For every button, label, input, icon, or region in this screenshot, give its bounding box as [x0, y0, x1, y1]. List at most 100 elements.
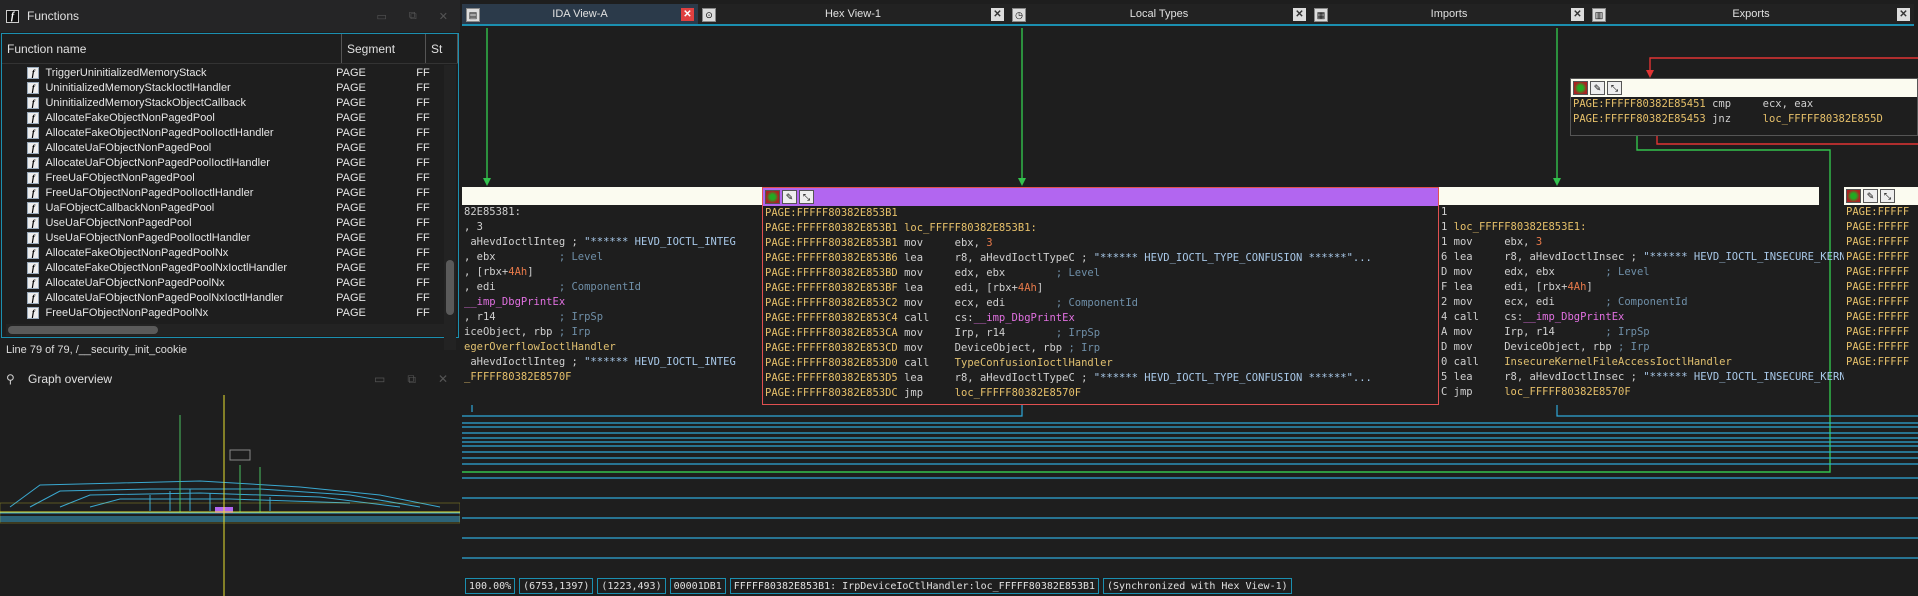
code-line[interactable]: 4 call cs:__imp_DbgPrintEx	[1441, 310, 1819, 325]
code-line[interactable]: PAGE:FFFFF	[1846, 280, 1918, 295]
node-header[interactable]	[1439, 187, 1819, 205]
tab-imports[interactable]: ▦ Imports ✕	[1310, 4, 1588, 26]
code-line[interactable]: , [rbx+4Ah]	[464, 265, 762, 280]
table-row[interactable]: f TriggerUninitializedMemoryStack PAGE FF	[2, 65, 442, 80]
code-line[interactable]: 0 call InsecureKernelFileAccessIoctlHand…	[1441, 355, 1819, 370]
code-line[interactable]: _FFFFF80382E8570F	[464, 370, 762, 385]
code-line[interactable]: , r14 ; IrpSp	[464, 310, 762, 325]
code-line[interactable]: PAGE:FFFFF80382E853D5 lea r8, aHevdIoctl…	[765, 371, 1438, 386]
code-line[interactable]: 2 mov ecx, edi ; ComponentId	[1441, 295, 1819, 310]
code-line[interactable]: PAGE:FFFFF80382E853DC jmp loc_FFFFF80382…	[765, 386, 1438, 401]
table-row[interactable]: f AllocateFakeObjectNonPagedPool PAGE FF	[2, 110, 442, 125]
code-line[interactable]: 1 mov ebx, 3	[1441, 235, 1819, 250]
table-row[interactable]: f FreeUaFObjectNonPagedPool PAGE FF	[2, 170, 442, 185]
code-line[interactable]: F lea edi, [rbx+4Ah]	[1441, 280, 1819, 295]
tab-close-icon[interactable]: ✕	[1571, 8, 1584, 21]
code-line[interactable]: iceObject, rbp ; Irp	[464, 325, 762, 340]
node-code[interactable]: 11 loc_FFFFF80382E853E1: 1 mov ebx, 36 le…	[1439, 205, 1871, 400]
code-line[interactable]: PAGE:FFFFF80382E853B1	[765, 206, 1438, 221]
table-row[interactable]: f FreeUaFObjectNonPagedPoolIoctlHandler PA…	[2, 185, 442, 200]
code-line[interactable]: PAGE:FFFFF	[1846, 205, 1918, 220]
code-line[interactable]: 6 lea r8, aHevdIoctlInsec ; "****** HEVD…	[1441, 250, 1871, 265]
code-line[interactable]: PAGE:FFFFF80382E853B1 mov ebx, 3	[765, 236, 1438, 251]
graph-node-far-right[interactable]: ✎ ⤡ PAGE:FFFFF PAGE:FFFFF PAGE:FFFFF PAGE:F…	[1844, 187, 1918, 405]
functions-list[interactable]: Function name Segment St f TriggerUniniti…	[1, 33, 459, 350]
horizontal-scrollbar[interactable]	[6, 324, 446, 336]
table-row[interactable]: f AllocateUaFObjectNonPagedPoolIoctlHandl…	[2, 155, 442, 170]
code-line[interactable]: , 3	[464, 220, 762, 235]
code-line[interactable]: PAGE:FFFFF	[1846, 310, 1918, 325]
code-line[interactable]: A mov Irp, r14 ; IrpSp	[1441, 325, 1819, 340]
table-row[interactable]: f AllocateUaFObjectNonPagedPoolNxIoctlHan…	[2, 290, 442, 305]
code-line[interactable]: 82E85381:	[464, 205, 762, 220]
code-line[interactable]: PAGE:FFFFF	[1846, 325, 1918, 340]
node-collapse-icon[interactable]: ⤡	[1607, 81, 1622, 95]
code-line[interactable]: PAGE:FFFFF	[1846, 355, 1918, 370]
code-line[interactable]: D mov DeviceObject, rbp ; Irp	[1441, 340, 1819, 355]
table-row[interactable]: f AllocateUaFObjectNonPagedPoolNx PAGE FF	[2, 275, 442, 290]
code-line[interactable]: D mov edx, ebx ; Level	[1441, 265, 1819, 280]
code-line[interactable]: egerOverflowIoctlHandler	[464, 340, 762, 355]
node-header[interactable]: ✎ ⤡	[1571, 79, 1917, 97]
tab-close-icon[interactable]: ✕	[1293, 8, 1306, 21]
node-collapse-icon[interactable]: ⤡	[1880, 189, 1895, 203]
column-function-name[interactable]: Function name	[2, 34, 342, 63]
code-line[interactable]: PAGE:FFFFF80382E853C2 mov ecx, edi ; Com…	[765, 296, 1438, 311]
code-line[interactable]: PAGE:FFFFF	[1846, 235, 1918, 250]
tab-local-types[interactable]: ◷ Local Types ✕	[1008, 4, 1310, 26]
tab-exports[interactable]: ▥ Exports ✕	[1588, 4, 1914, 26]
node-code[interactable]: 82E85381:, 3 aHevdIoctlInteg ; "****** H…	[462, 205, 762, 385]
code-line[interactable]: aHevdIoctlInteg ; "****** HEVD_IOCTL_INT…	[464, 355, 762, 370]
code-line[interactable]: , edi ; ComponentId	[464, 280, 762, 295]
node-code[interactable]: PAGE:FFFFF80382E85451 cmp ecx, eax PAGE:F…	[1571, 97, 1917, 127]
code-line[interactable]: PAGE:FFFFF80382E853CA mov Irp, r14 ; Irp…	[765, 326, 1438, 341]
code-line[interactable]: PAGE:FFFFF	[1846, 220, 1918, 235]
functions-panel-header[interactable]: f Functions ▭ ⧉ ✕	[0, 0, 460, 32]
scroll-thumb[interactable]	[446, 260, 454, 315]
table-row[interactable]: f AllocateFakeObjectNonPagedPoolNx PAGE FF	[2, 245, 442, 260]
table-row[interactable]: f UaFObjectCallbackNonPagedPool PAGE FF	[2, 200, 442, 215]
code-line[interactable]: PAGE:FFFFF80382E853BD mov edx, ebx ; Lev…	[765, 266, 1438, 281]
scroll-thumb[interactable]	[8, 326, 158, 334]
code-line[interactable]: PAGE:FFFFF80382E853B6 lea r8, aHevdIoctl…	[765, 251, 1438, 266]
float-icon[interactable]: ▭	[377, 10, 387, 23]
node-edit-icon[interactable]: ✎	[1863, 189, 1878, 203]
node-edit-icon[interactable]: ✎	[1590, 81, 1605, 95]
code-line[interactable]: PAGE:FFFFF	[1846, 295, 1918, 310]
graph-overview-header[interactable]: ⚲ Graph overview ▭ ⧉ ✕	[0, 364, 460, 394]
vertical-scrollbar[interactable]	[444, 65, 456, 350]
code-line[interactable]: , ebx ; Level	[464, 250, 762, 265]
table-row[interactable]: f AllocateFakeObjectNonPagedPoolNxIoctlHa…	[2, 260, 442, 275]
graph-node-right[interactable]: 11 loc_FFFFF80382E853E1: 1 mov ebx, 36 le…	[1439, 187, 1871, 405]
code-line[interactable]: PAGE:FFFFF80382E853D0 call TypeConfusion…	[765, 356, 1438, 371]
code-line[interactable]: 5 lea r8, aHevdIoctlInsec ; "****** HEVD…	[1441, 370, 1871, 385]
graph-overview-canvas[interactable]	[0, 395, 461, 596]
close-icon[interactable]: ✕	[438, 372, 448, 387]
table-row[interactable]: f AllocateFakeObjectNonPagedPoolIoctlHand…	[2, 125, 442, 140]
code-line[interactable]: 1 loc_FFFFF80382E853E1:	[1441, 220, 1819, 235]
graph-node-selected[interactable]: ✎ ⤡ PAGE:FFFFF80382E853B1 PAGE:FFFFF80382…	[762, 187, 1439, 405]
code-line[interactable]: PAGE:FFFFF80382E85451 cmp ecx, eax	[1573, 97, 1917, 112]
code-line[interactable]: PAGE:FFFFF80382E853BF lea edi, [rbx+4Ah]	[765, 281, 1438, 296]
code-line[interactable]: aHevdIoctlInteg ; "****** HEVD_IOCTL_INT…	[464, 235, 762, 250]
node-code[interactable]: PAGE:FFFFF PAGE:FFFFF PAGE:FFFFF PAGE:FFFFF…	[1844, 205, 1918, 370]
node-edit-icon[interactable]: ✎	[782, 190, 797, 204]
table-row[interactable]: f UseUaFObjectNonPagedPoolIoctlHandler PAG…	[2, 230, 442, 245]
graph-overview[interactable]	[0, 395, 461, 596]
code-line[interactable]: PAGE:FFFFF	[1846, 340, 1918, 355]
code-line[interactable]: C jmp loc_FFFFF80382E8570F	[1441, 385, 1819, 400]
node-color-icon[interactable]	[1846, 189, 1861, 203]
node-header[interactable]: ✎ ⤡	[1844, 187, 1918, 205]
code-line[interactable]: PAGE:FFFFF	[1846, 250, 1918, 265]
tab-close-icon[interactable]: ✕	[1897, 8, 1910, 21]
column-start[interactable]: St	[426, 34, 458, 63]
graph-view[interactable]: ✎ ⤡ PAGE:FFFFF80382E85451 cmp ecx, eax PA…	[462, 28, 1918, 576]
code-line[interactable]: PAGE:FFFFF80382E853CD mov DeviceObject, …	[765, 341, 1438, 356]
table-row[interactable]: f UninitializedMemoryStackIoctlHandler PAG…	[2, 80, 442, 95]
node-color-icon[interactable]	[765, 190, 780, 204]
code-line[interactable]: PAGE:FFFFF80382E85453 jnz loc_FFFFF80382…	[1573, 112, 1917, 127]
code-line[interactable]: __imp_DbgPrintEx	[464, 295, 762, 310]
tab-close-icon[interactable]: ✕	[681, 8, 694, 21]
graph-node-top[interactable]: ✎ ⤡ PAGE:FFFFF80382E85451 cmp ecx, eax PA…	[1570, 78, 1918, 136]
table-row[interactable]: f AllocateUaFObjectNonPagedPool PAGE FF	[2, 140, 442, 155]
